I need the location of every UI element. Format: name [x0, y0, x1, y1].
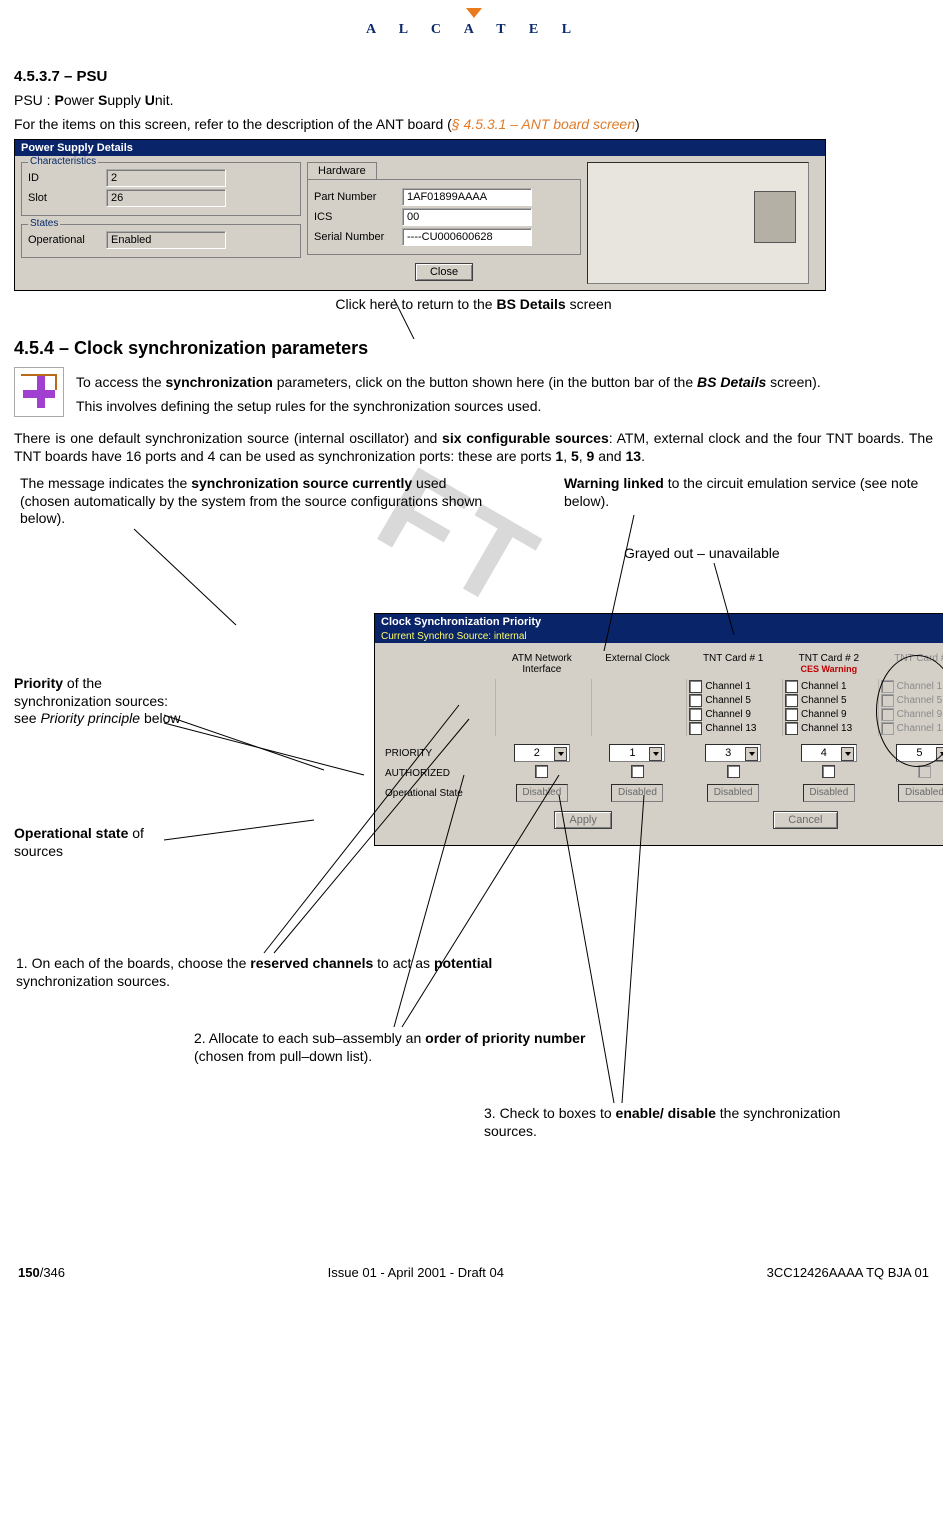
annot-step2: 2. Allocate to each sub–assembly an orde…	[194, 1030, 594, 1065]
apply-button[interactable]: Apply	[554, 811, 612, 829]
chk-tnt1-ch5[interactable]	[689, 694, 702, 707]
channels-tnt1: Channel 1 Channel 5 Channel 9 Channel 13	[686, 679, 780, 736]
link-ant-screen[interactable]: § 4.5.3.1 – ANT board screen	[452, 116, 635, 132]
chk-tnt3-ch13	[881, 722, 894, 735]
col-atm: ATM Network Interface	[495, 653, 589, 675]
col-tnt1: TNT Card # 1	[686, 653, 780, 675]
close-button[interactable]: Close	[415, 263, 473, 281]
alcatel-logo: A L C A T E L	[14, 20, 933, 38]
chk-tnt2-ch5[interactable]	[785, 694, 798, 707]
chk-auth-tnt1[interactable]	[727, 765, 740, 778]
chk-tnt2-ch13[interactable]	[785, 722, 798, 735]
page-number: 150	[18, 1265, 40, 1280]
lbl-serial-number: Serial Number	[314, 231, 396, 243]
row-authorized-label: AUTHORIZED	[383, 768, 493, 779]
footer-issue: Issue 01 - April 2001 - Draft 04	[328, 1265, 504, 1280]
annot-grayed-out: Grayed out – unavailable	[624, 545, 780, 563]
lbl-ics: ICS	[314, 211, 396, 223]
annot-sync-source-msg: The message indicates the synchronizatio…	[20, 475, 490, 528]
heading-psu: 4.5.3.7 – PSU	[14, 68, 933, 85]
ces-warning: CES Warning	[800, 664, 857, 674]
lbl-operational: Operational	[28, 234, 100, 246]
opstate-tnt2: Disabled	[803, 784, 855, 802]
chk-auth-atm[interactable]	[535, 765, 548, 778]
lbl-slot: Slot	[28, 192, 100, 204]
annot-warning: Warning linked to the circuit emulation …	[564, 475, 924, 510]
channels-tnt2: Channel 1 Channel 5 Channel 9 Channel 13	[782, 679, 876, 736]
field-part-number[interactable]: 1AF01899AAAA	[402, 188, 532, 206]
field-operational: Enabled	[106, 231, 226, 249]
clock-sync-p3: There is one default synchronization sou…	[14, 429, 933, 465]
chk-tnt1-ch13[interactable]	[689, 722, 702, 735]
psu-details-window: Power Supply Details Characteristics ID …	[14, 139, 826, 291]
chk-tnt2-ch9[interactable]	[785, 708, 798, 721]
page-footer: 150/346 Issue 01 - April 2001 - Draft 04…	[14, 1265, 933, 1280]
col-tnt3: TNT Card # 3	[878, 653, 943, 675]
callout-close: Click here to return to the BS Details s…	[14, 295, 933, 313]
chk-tnt1-ch1[interactable]	[689, 680, 702, 693]
csp-subtitle: Current Synchro Source: internal	[375, 630, 943, 643]
footer-docid: 3CC12426AAAA TQ BJA 01	[767, 1265, 929, 1280]
dd-priority-atm[interactable]: 2	[514, 744, 570, 762]
heading-clock-sync: 4.5.4 – Clock synchronization parameters	[14, 338, 933, 359]
psu-expansion: PSU : Power Supply Unit.	[14, 91, 933, 109]
psu-hardware-photo	[587, 162, 809, 284]
dd-priority-tnt2[interactable]: 4	[801, 744, 857, 762]
channels-tnt3: Channel 1 Channel 5 Channel 9 Channel 13	[878, 679, 943, 736]
chk-auth-tnt2[interactable]	[822, 765, 835, 778]
opstate-ext: Disabled	[611, 784, 663, 802]
psu-window-title: Power Supply Details	[15, 140, 825, 156]
chk-tnt2-ch1[interactable]	[785, 680, 798, 693]
row-opstate-label: Operational State	[383, 788, 493, 799]
clock-sync-p1: To access the synchronization parameters…	[76, 373, 933, 391]
field-ics[interactable]: 00	[402, 208, 532, 226]
legend-states: States	[28, 218, 60, 229]
annot-priority: Priority of the synchronization sources:…	[14, 675, 194, 728]
sync-icon	[14, 367, 64, 417]
chk-tnt3-ch5	[881, 694, 894, 707]
chk-tnt3-ch1	[881, 680, 894, 693]
psu-intro: For the items on this screen, refer to t…	[14, 115, 933, 133]
dd-priority-tnt3[interactable]: 5	[896, 744, 943, 762]
chk-tnt1-ch9[interactable]	[689, 708, 702, 721]
csp-title: Clock Synchronization Priority	[375, 614, 943, 630]
tab-hardware[interactable]: Hardware	[307, 162, 377, 179]
chk-tnt3-ch9	[881, 708, 894, 721]
dd-priority-ext[interactable]: 1	[609, 744, 665, 762]
chk-auth-ext[interactable]	[631, 765, 644, 778]
lbl-id: ID	[28, 172, 100, 184]
cancel-button[interactable]: Cancel	[773, 811, 837, 829]
clock-sync-p2: This involves defining the setup rules f…	[76, 397, 933, 415]
clock-sync-window: Clock Synchronization Priority Current S…	[374, 613, 943, 846]
lbl-part-number: Part Number	[314, 191, 396, 203]
annot-step1: 1. On each of the boards, choose the res…	[16, 955, 516, 990]
opstate-atm: Disabled	[516, 784, 568, 802]
opstate-tnt1: Disabled	[707, 784, 759, 802]
row-priority-label: PRIORITY	[383, 748, 493, 759]
col-tnt2: TNT Card # 2 CES Warning	[782, 653, 876, 675]
field-id: 2	[106, 169, 226, 187]
chk-auth-tnt3	[918, 765, 931, 778]
field-slot: 26	[106, 189, 226, 207]
field-serial-number[interactable]: ----CU000600628	[402, 228, 532, 246]
clock-sync-figure: The message indicates the synchronizatio…	[14, 475, 933, 1235]
opstate-tnt3: Disabled	[898, 784, 943, 802]
annot-opstate: Operational state of sources	[14, 825, 194, 860]
col-ext-clock: External Clock	[591, 653, 685, 675]
legend-characteristics: Characteristics	[28, 156, 98, 167]
dd-priority-tnt1[interactable]: 3	[705, 744, 761, 762]
annot-step3: 3. Check to boxes to enable/ disable the…	[484, 1105, 884, 1140]
alcatel-logo-text: A L C A T E L	[366, 22, 581, 38]
